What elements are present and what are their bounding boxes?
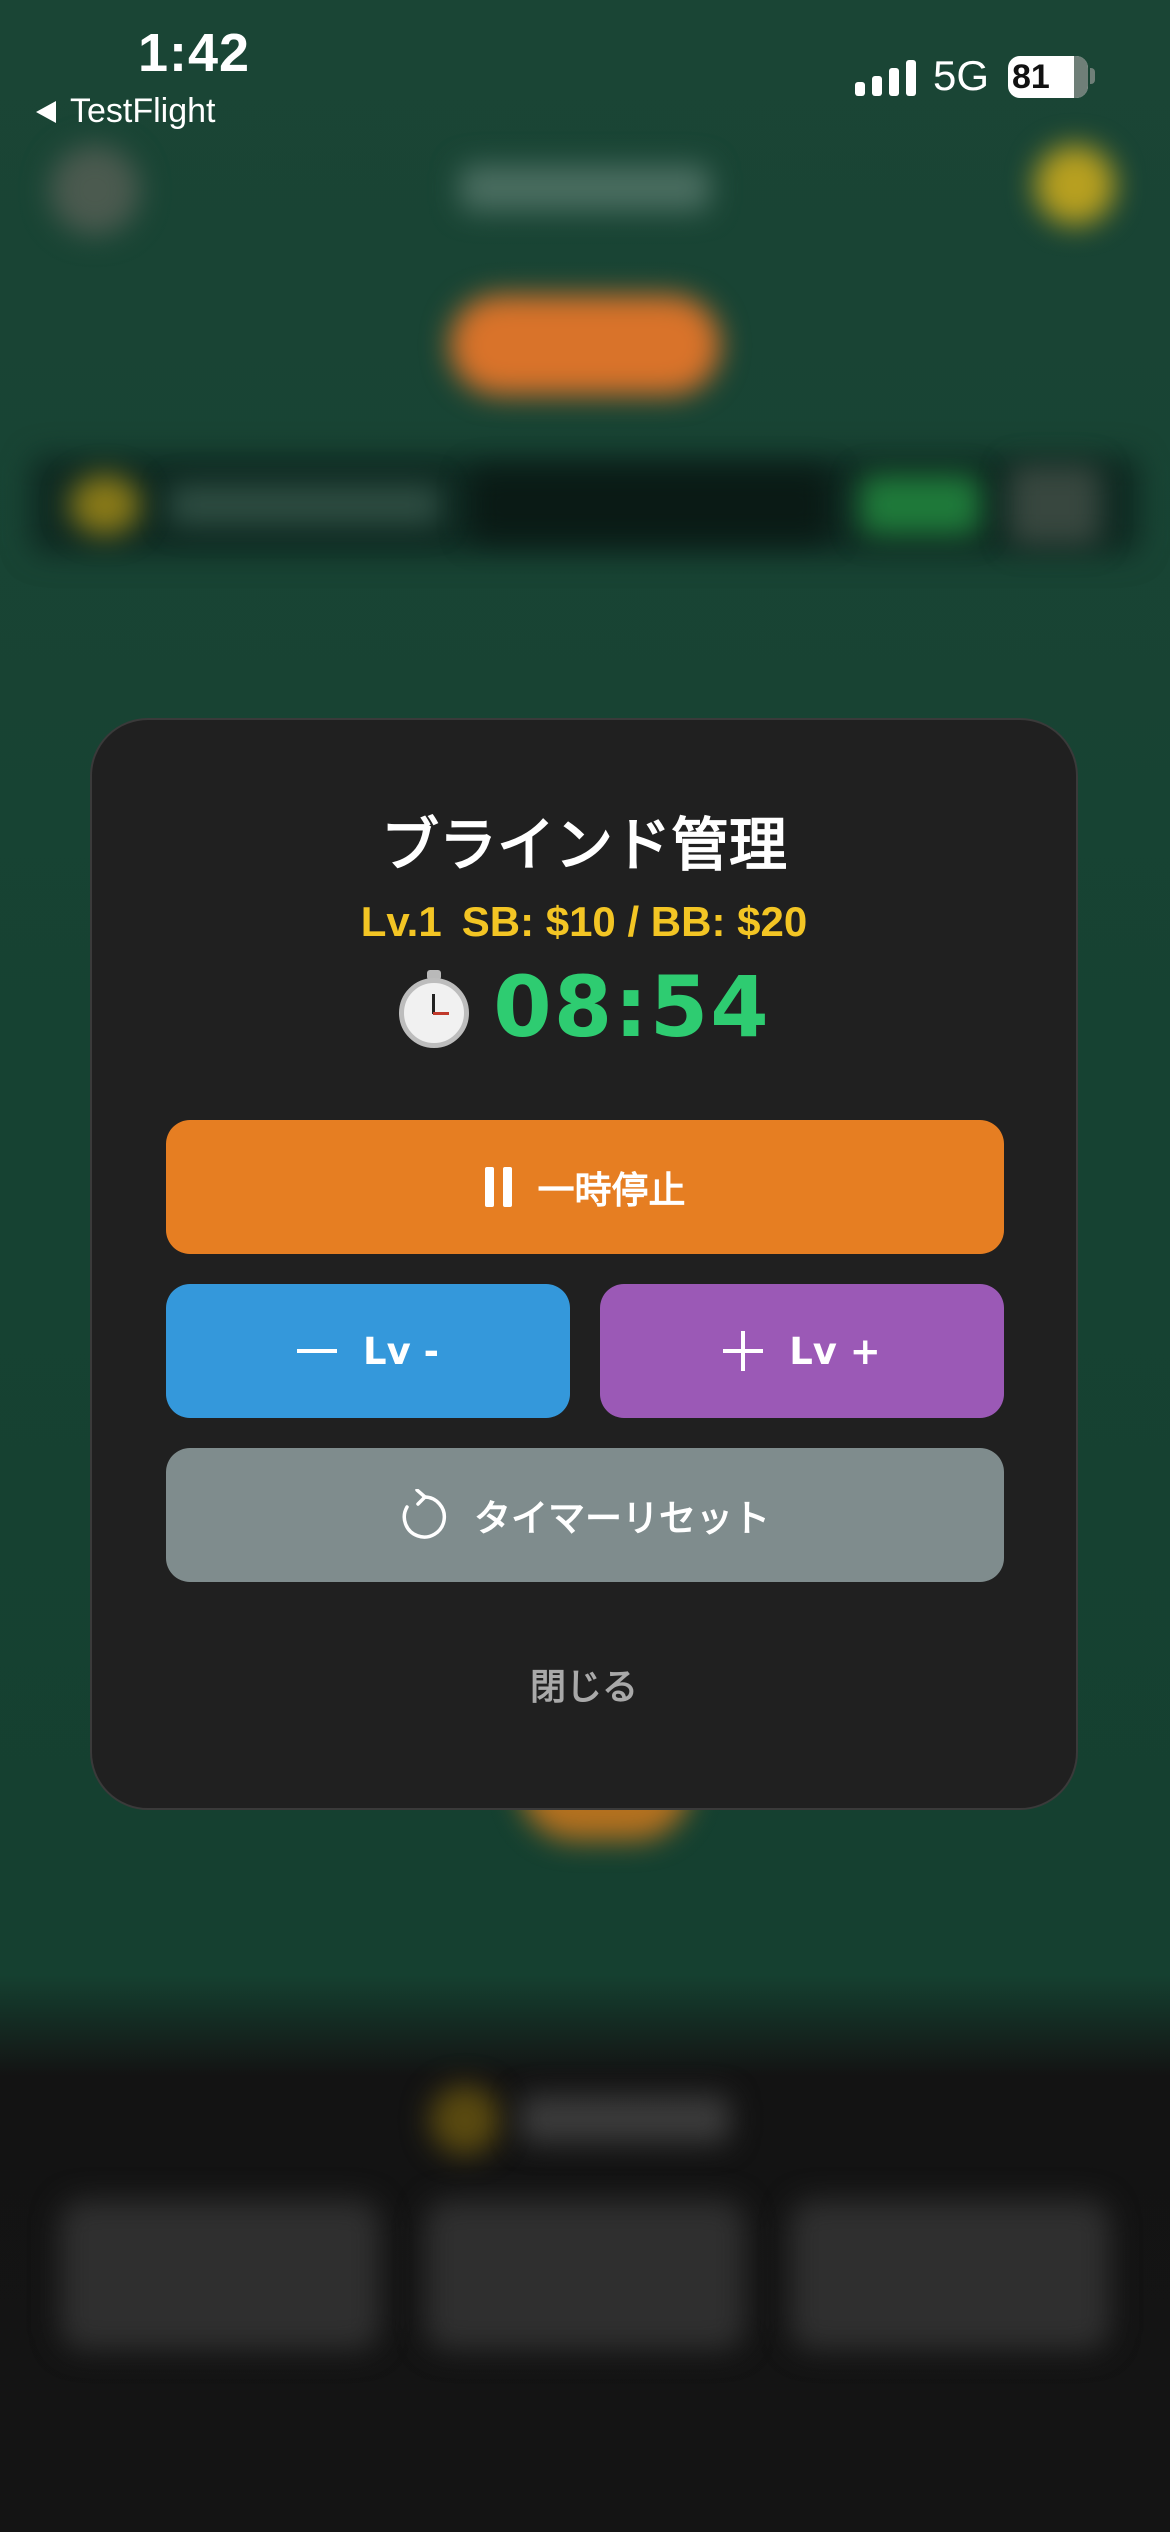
background-title <box>460 165 710 211</box>
back-to-testflight-link[interactable]: TestFlight <box>36 92 216 131</box>
level-down-button[interactable]: Lv - <box>166 1284 570 1418</box>
refresh-icon <box>402 1489 447 1539</box>
level-up-label: Lv + <box>789 1329 881 1373</box>
background-footer-card <box>790 2200 1110 2350</box>
stopwatch-icon <box>397 970 471 1048</box>
cellular-signal-icon <box>855 60 916 96</box>
background-orange-button <box>450 295 720 395</box>
background-coin-icon <box>1035 145 1115 225</box>
level-down-label: Lv - <box>363 1329 439 1373</box>
blind-amounts: SB: $10 / BB: $20 <box>461 898 808 945</box>
background-avatar <box>50 145 140 235</box>
background-bar-coin-icon <box>70 475 140 535</box>
back-link-label: TestFlight <box>70 92 216 130</box>
level-up-button[interactable]: Lv + <box>600 1284 1004 1418</box>
background-footer-card <box>425 2200 745 2350</box>
background-footer-card <box>60 2200 380 2350</box>
timer-row: 08:54 <box>92 958 1076 1056</box>
background-footer-coin-icon <box>430 2085 500 2155</box>
battery-level: 81 <box>1012 58 1050 96</box>
pause-icon <box>484 1167 512 1207</box>
blind-info: Lv.1 SB: $10 / BB: $20 <box>92 898 1076 946</box>
background-bar-text <box>170 485 440 525</box>
battery-icon: 81 <box>1008 56 1088 98</box>
close-button[interactable]: 閉じる <box>92 1658 1076 1710</box>
pause-button[interactable]: 一時停止 <box>166 1120 1004 1254</box>
background-bar-green-button <box>860 475 980 535</box>
battery-tip <box>1090 68 1095 84</box>
timer-reset-label: タイマーリセット <box>474 1497 770 1540</box>
plus-icon <box>723 1331 764 1371</box>
back-arrow-icon <box>36 100 56 123</box>
battery-empty-portion <box>1074 56 1088 98</box>
background-footer-title <box>520 2095 730 2143</box>
timer-display: 08:54 <box>493 958 771 1056</box>
status-time: 1:42 <box>138 23 251 83</box>
pause-button-label: 一時停止 <box>537 1169 686 1212</box>
timer-reset-button[interactable]: タイマーリセット <box>166 1448 1004 1582</box>
background-bar-field <box>470 470 830 540</box>
blind-level: Lv.1 <box>360 898 442 945</box>
network-type: 5G <box>933 52 990 99</box>
modal-title: ブラインド管理 <box>380 811 787 879</box>
background-bar-box <box>1010 465 1100 545</box>
blind-management-modal: ブラインド管理 Lv.1 SB: $10 / BB: $20 08:54 一時停止… <box>90 718 1078 1810</box>
minus-icon <box>297 1349 338 1353</box>
